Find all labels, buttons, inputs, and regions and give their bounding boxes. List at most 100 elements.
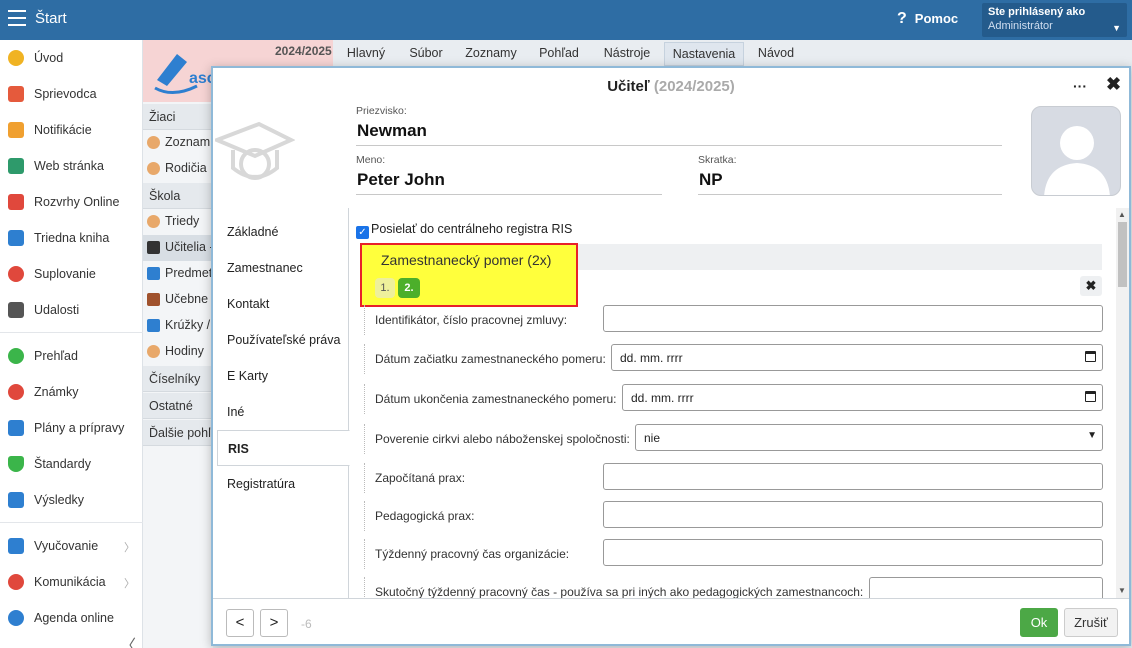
tab-ris[interactable]: RIS [217,430,350,466]
field-row-poverenie: Poverenie cirkvi alebo náboženskej spolo… [364,424,1104,454]
record-offset: -6 [301,617,312,631]
checkbox-checked-icon[interactable]: ✓ [356,226,369,239]
menu-icon[interactable] [8,10,26,26]
surname-value[interactable]: Newman [357,121,427,141]
menu-nastroje[interactable]: Nástroje [591,42,663,66]
panel-item-kruzky[interactable]: Krúžky / [143,313,213,339]
user-menu[interactable]: Ste prihlásený ako Administrátor ▼ [982,3,1127,37]
sidebar-item-rozvrhy[interactable]: Rozvrhy Online [0,184,143,220]
panel-item-triedy[interactable]: Triedy [143,209,213,235]
field-label: Poverenie cirkvi alebo náboženskej spolo… [375,432,630,446]
user-role: Administrátor [988,20,1053,32]
sidebar-item-label: Triedna kniha [34,231,110,245]
section-title: Zamestnanecký pomer (2x) [381,252,552,268]
app-title[interactable]: Štart [35,10,67,27]
sidebar-item-web[interactable]: Web stránka [0,148,143,184]
sidebar-item-plany[interactable]: Plány a prípravy [0,410,143,446]
collapse-sidebar-icon[interactable]: 〈 [120,632,136,648]
scroll-thumb[interactable] [1118,222,1127,287]
ok-button[interactable]: Ok [1020,608,1058,637]
group-icon [147,345,160,358]
next-record-button[interactable]: > [260,609,288,637]
cancel-button[interactable]: Zrušiť [1064,608,1118,637]
record-2-button[interactable]: 2. [398,278,420,298]
close-icon[interactable]: ✖ [1106,74,1121,95]
panel-item-ucebne[interactable]: Učebne [143,287,213,313]
sidebar-item-standardy[interactable]: Štandardy [0,446,143,482]
tab-pouzivatelske-prava[interactable]: Používateľské práva [217,322,349,358]
divider [0,522,143,523]
remove-record-icon[interactable]: ✖ [1080,276,1102,296]
tyzdenny-cas-input[interactable] [603,539,1103,566]
sidebar-item-udalosti[interactable]: Udalosti [0,292,143,328]
datum-ukoncenia-input[interactable]: dd. mm. rrrr [622,384,1103,411]
panel-head-ziaci[interactable]: Žiaci [143,104,213,130]
sidebar-item-uvod[interactable]: Úvod [0,40,143,76]
help-link[interactable]: ? Pomoc [897,10,958,28]
zapocitana-prax-input[interactable] [603,463,1103,490]
menu-subor[interactable]: Súbor [397,42,455,66]
identifikator-input[interactable] [603,305,1103,332]
menu-pohlad[interactable]: Pohľad [527,42,591,66]
pedagogicka-prax-input[interactable] [603,501,1103,528]
panel-item-rodicia[interactable]: Rodičia [143,156,213,182]
sidebar-item-label: Vyučovanie [34,539,99,553]
record-1-button[interactable]: 1. [375,278,395,298]
dialog-year: (2024/2025) [653,78,735,95]
employment-section-highlight: Zamestnanecký pomer (2x) 1. 2. [360,243,578,307]
sidebar-item-triedna-kniha[interactable]: Triedna kniha [0,220,143,256]
more-icon[interactable]: ··· [1073,78,1087,94]
skutocny-cas-input[interactable] [869,577,1103,598]
sidebar-item-label: Úvod [34,51,64,65]
sidebar-item-vyucovanie[interactable]: Vyučovanie 〉 [0,528,143,564]
panel-item-predmety[interactable]: Predmet [143,261,213,287]
tab-zamestnanec[interactable]: Zamestnanec [217,250,349,286]
menu-zoznamy[interactable]: Zoznamy [455,42,527,66]
panel-head-ciselniky[interactable]: Číselníky [143,366,213,392]
calendar-icon[interactable] [1085,391,1096,402]
menu-nastavenia[interactable]: Nastavenia [664,42,744,66]
datum-zaciatku-input[interactable]: dd. mm. rrrr [611,344,1103,371]
calendar-icon[interactable] [1085,351,1096,362]
scroll-down-icon[interactable]: ▼ [1118,586,1126,595]
tab-kontakt[interactable]: Kontakt [217,286,349,322]
panel-head-ostatne[interactable]: Ostatné [143,393,213,419]
tab-e-karty[interactable]: E Karty [217,358,349,394]
sidebar-item-znamky[interactable]: Známky [0,374,143,410]
sidebar-item-prehlad[interactable]: Prehľad [0,338,143,374]
scroll-up-icon[interactable]: ▲ [1118,210,1126,219]
grid-icon [8,194,24,210]
field-label: Započítaná prax: [375,471,466,485]
panel-item-hodiny[interactable]: Hodiny [143,339,213,365]
ris-checkbox-row[interactable]: ✓ Posielať do centrálneho registra RIS [356,222,572,239]
tab-ine[interactable]: Iné [217,394,349,430]
poverenie-select[interactable]: nie ▼ [635,424,1103,451]
help-label: Pomoc [914,11,959,26]
sidebar-item-agenda[interactable]: Agenda online [0,600,143,636]
tab-zakladne[interactable]: Základné [217,214,349,250]
name-label: Meno: [356,154,386,166]
tab-registratura[interactable]: Registratúra [217,466,349,502]
sidebar-item-label: Notifikácie [34,123,92,137]
panel-item-label: Zoznam [165,135,211,149]
parents-icon [147,162,160,175]
sidebar-item-label: Komunikácia [34,575,106,589]
panel-item-ucitelia[interactable]: Učitelia - [143,235,213,261]
sidebar-item-sprievodca[interactable]: Sprievodca [0,76,143,112]
menu-hlavny[interactable]: Hlavný [335,42,397,66]
sidebar-item-komunikacia[interactable]: Komunikácia 〉 [0,564,143,600]
prev-record-button[interactable]: < [226,609,254,637]
content-scrollbar[interactable]: ▲ ▼ [1116,208,1129,598]
panel-item-zoznam[interactable]: Zoznam [143,130,213,156]
sidebar-item-label: Rozvrhy Online [34,195,120,209]
field-label: Týždenný pracovný čas organizácie: [375,547,570,561]
sidebar-item-suplovanie[interactable]: Suplovanie [0,256,143,292]
abbr-value[interactable]: NP [699,170,723,190]
profile-photo[interactable] [1031,106,1121,196]
name-value[interactable]: Peter John [357,170,445,190]
sidebar-item-notifikacie[interactable]: Notifikácie [0,112,143,148]
sidebar-item-vysledky[interactable]: Výsledky [0,482,143,518]
panel-head-skola[interactable]: Škola [143,183,213,209]
panel-head-dalsie[interactable]: Ďalšie pohľ [143,420,213,446]
menu-navod[interactable]: Návod [745,42,807,66]
